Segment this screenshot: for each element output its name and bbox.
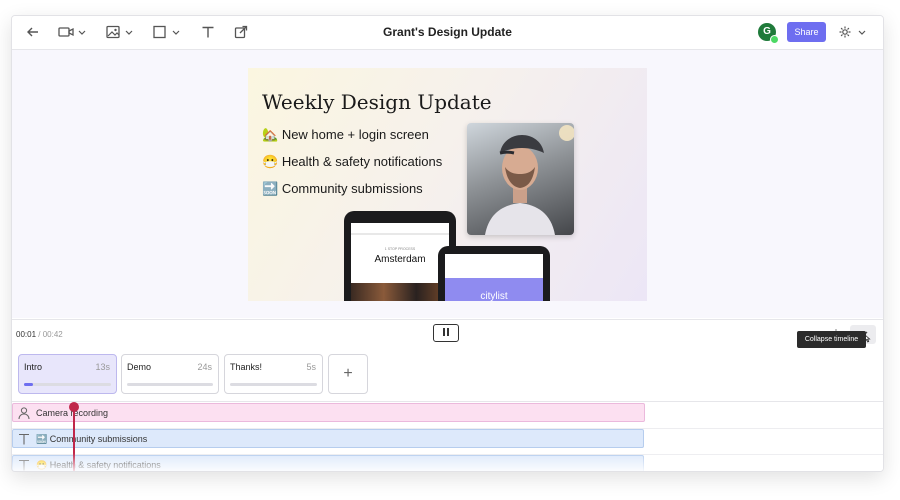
playback-time: 00:01 / 00:42 <box>16 330 63 339</box>
text-icon <box>19 433 29 445</box>
track-health-safety[interactable]: 😷 Health & safety notifications <box>12 455 644 471</box>
playhead-handle[interactable] <box>69 402 79 412</box>
scene-card-thanks[interactable]: Thanks! 5s <box>224 354 323 394</box>
camera-recording-bubble[interactable] <box>467 123 574 235</box>
track-row: 😷 Health & safety notifications <box>12 454 883 471</box>
pause-icon <box>443 328 449 336</box>
scene-card-demo[interactable]: Demo 24s <box>121 354 219 394</box>
settings-gear-icon[interactable] <box>838 24 870 40</box>
text-icon <box>19 459 29 471</box>
scene-progress-bar <box>230 383 317 386</box>
scene-card-intro[interactable]: Intro 13s <box>18 354 117 394</box>
soon-arrow-emoji-icon: 🔜 <box>262 181 279 196</box>
slide-bullet: 😷 Health & safety notifications <box>262 154 443 169</box>
mask-emoji-icon: 😷 <box>262 154 279 169</box>
collapse-timeline-tooltip: Collapse timeline <box>797 331 866 348</box>
preview-stage: Weekly Design Update 🏡 New home + login … <box>12 50 883 318</box>
total-time: 00:42 <box>42 330 63 339</box>
phone-mockup-citylist: citylist <box>438 246 550 301</box>
add-scene-button[interactable]: + <box>328 354 368 394</box>
slide-title: Weekly Design Update <box>262 90 492 114</box>
playback-controls: 00:01 / 00:42 <box>12 319 883 351</box>
person-icon <box>18 407 30 420</box>
phone-small-text: 1 STOP PROCESS <box>384 247 416 251</box>
slide-bullet: 🔜 Community submissions <box>262 181 423 196</box>
phone-app-name: citylist <box>480 291 508 301</box>
track-row: Camera recording <box>12 402 883 429</box>
pause-button[interactable] <box>433 324 459 342</box>
scene-progress-bar <box>24 383 111 386</box>
top-toolbar: Grant's Design Update G Share <box>12 16 883 50</box>
scene-progress-bar <box>127 383 213 386</box>
window-title: Grant's Design Update <box>383 25 512 39</box>
house-emoji-icon: 🏡 <box>262 127 279 142</box>
timeline-tracks: Camera recording 🔜 Community submissions… <box>12 402 883 471</box>
phone-city-text: Amsterdam <box>374 254 426 265</box>
slide-preview[interactable]: Weekly Design Update 🏡 New home + login … <box>248 68 647 301</box>
track-community-submissions[interactable]: 🔜 Community submissions <box>12 429 644 448</box>
track-camera-recording[interactable]: Camera recording <box>12 403 645 422</box>
slide-bullet: 🏡 New home + login screen <box>262 127 429 142</box>
track-row: 🔜 Community submissions <box>12 428 883 455</box>
share-button[interactable]: Share <box>787 22 826 42</box>
online-status-indicator <box>770 35 779 44</box>
current-time: 00:01 <box>16 330 37 339</box>
playhead-line[interactable] <box>73 408 75 471</box>
app-window: Grant's Design Update G Share Weekly Des… <box>11 15 884 472</box>
presenter-video-icon <box>485 125 574 235</box>
scene-strip: Intro 13s Demo 24s Thanks! 5s + <box>12 350 883 402</box>
